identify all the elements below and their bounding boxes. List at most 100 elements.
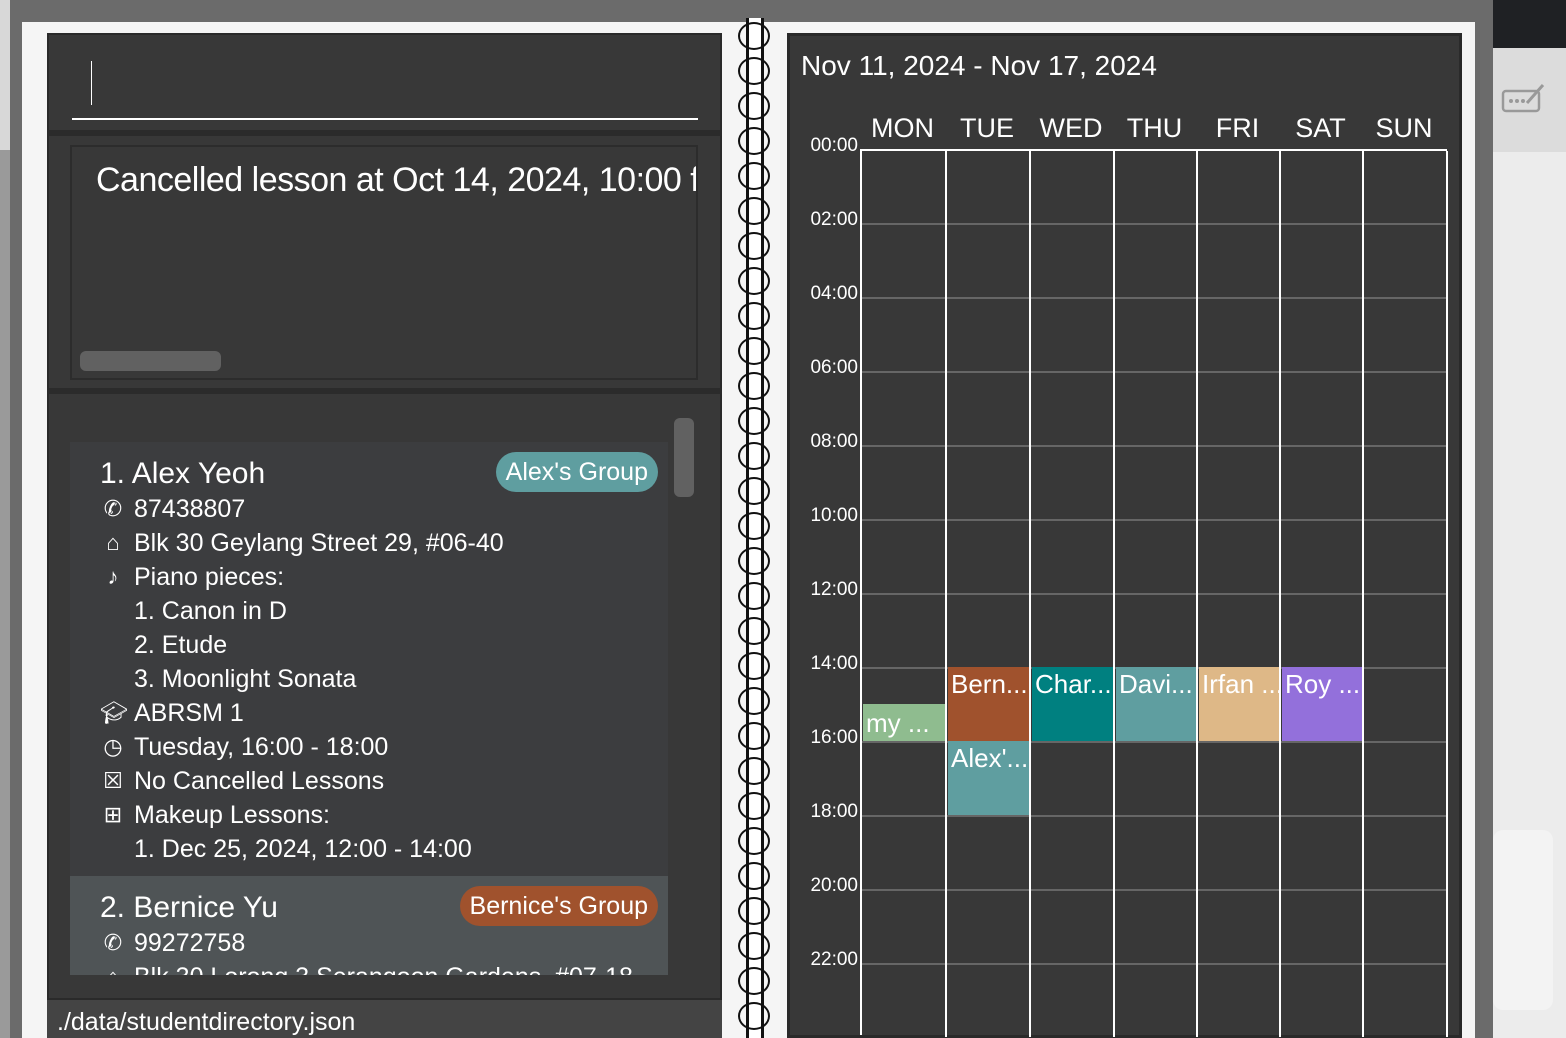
- divider: [47, 388, 722, 394]
- time-label: 14:00: [810, 653, 858, 674]
- time-label: 20:00: [810, 875, 858, 896]
- hour-line: [862, 445, 1447, 447]
- spiral-ring: [738, 477, 770, 505]
- spiral-ring: [738, 57, 770, 85]
- time-label: 08:00: [810, 431, 858, 452]
- hour-line: [862, 593, 1447, 595]
- command-input[interactable]: [72, 45, 698, 120]
- result-display[interactable]: Cancelled lesson at Oct 14, 2024, 10:00 …: [70, 145, 698, 380]
- makeup-label: Makeup Lessons:: [134, 801, 330, 829]
- calendar-event[interactable]: Bern...: [948, 667, 1030, 741]
- spiral-ring: [738, 372, 770, 400]
- spiral-ring: [738, 757, 770, 785]
- day-column-line: [945, 151, 947, 1037]
- hour-line: [862, 815, 1447, 817]
- day-column-line: [1113, 151, 1115, 1037]
- text-cursor: [91, 61, 92, 105]
- divider: [47, 130, 722, 136]
- calendar-event[interactable]: Irfan ...: [1199, 667, 1280, 741]
- cancelled-lessons: No Cancelled Lessons: [134, 767, 385, 795]
- spiral-ring: [738, 302, 770, 330]
- background-window: [1493, 0, 1566, 1038]
- hour-line: [862, 223, 1447, 225]
- piece-item: 3. Moonlight Sonata: [134, 665, 357, 693]
- piece-item: 2. Etude: [134, 631, 228, 659]
- spiral-ring: [738, 197, 770, 225]
- calendar-event[interactable]: Roy ...: [1282, 667, 1363, 741]
- hour-line: [862, 889, 1447, 891]
- phone-icon: ✆: [103, 496, 123, 521]
- time-label: 04:00: [810, 283, 858, 304]
- student-card[interactable]: 2. Bernice Yu Bernice's Group ✆ 99272758 …: [70, 876, 668, 975]
- calendar-event[interactable]: Char...: [1032, 667, 1114, 741]
- day-header: THU: [1126, 113, 1183, 143]
- home-icon: ⌂: [100, 960, 126, 975]
- spiral-ring: [738, 582, 770, 610]
- calendar-event[interactable]: my ...: [863, 704, 946, 741]
- day-header: WED: [1039, 113, 1103, 143]
- time-label: 10:00: [810, 505, 858, 526]
- day-column-line: [1362, 151, 1364, 1037]
- day-header: SUN: [1375, 113, 1433, 143]
- spiral-ring: [738, 932, 770, 960]
- vertical-scrollbar[interactable]: [674, 418, 694, 497]
- spiral-ring: [738, 967, 770, 995]
- day-column-line: [1446, 151, 1448, 1037]
- data-file-path: ./data/studentdirectory.json: [57, 1008, 356, 1036]
- student-card[interactable]: 1. Alex Yeoh Alex's Group ✆ 87438807 ⌂ Blk…: [70, 442, 668, 876]
- day-header: SAT: [1295, 113, 1346, 143]
- day-column-line: [1196, 151, 1198, 1037]
- phone: 87438807: [134, 495, 246, 523]
- spiral-ring: [738, 617, 770, 645]
- address: Blk 30 Lorong 3 Serangoon Gardens, #07-1…: [134, 960, 633, 975]
- background-window-edge: [0, 0, 10, 1038]
- phone-icon: ✆: [103, 930, 123, 955]
- spiral-ring: [738, 792, 770, 820]
- time-label: 00:00: [810, 135, 858, 156]
- grade: ABRSM 1: [134, 699, 244, 727]
- spiral-ring: [738, 162, 770, 190]
- spiral-ring: [738, 92, 770, 120]
- music-list-icon: ♪: [107, 564, 119, 589]
- spiral-ring: [738, 687, 770, 715]
- day-header: MON: [871, 113, 934, 143]
- horizontal-scrollbar[interactable]: [80, 351, 221, 371]
- spiral-ring: [738, 407, 770, 435]
- time-label: 06:00: [810, 357, 858, 378]
- spiral-ring: [738, 652, 770, 680]
- time-label: 02:00: [810, 209, 858, 230]
- calendar-event[interactable]: Davi...: [1116, 667, 1197, 741]
- time-label: 18:00: [810, 801, 858, 822]
- day-header: TUE: [960, 113, 1014, 143]
- group-tag: Bernice's Group: [459, 886, 658, 926]
- spiral-ring: [738, 897, 770, 925]
- calendar-grid: my ... Bern... Alex'... Char... Davi... Irfan…: [860, 149, 1448, 1037]
- spiral-ring: [738, 862, 770, 890]
- spiral-ring: [738, 722, 770, 750]
- clock-icon: ◷: [103, 734, 123, 759]
- makeup-item: 1. Dec 25, 2024, 12:00 - 14:00: [134, 835, 472, 863]
- hour-line: [862, 519, 1447, 521]
- time-label: 16:00: [810, 727, 858, 748]
- home-icon: ⌂: [106, 530, 120, 555]
- time-label: 22:00: [810, 949, 858, 970]
- piece-item: 1. Canon in D: [134, 597, 287, 625]
- group-tag: Alex's Group: [495, 452, 658, 492]
- spiral-ring: [738, 267, 770, 295]
- spiral-ring: [738, 337, 770, 365]
- spiral-ring: [738, 127, 770, 155]
- keyboard-edit-icon: [1501, 84, 1545, 113]
- hour-line: [862, 297, 1447, 299]
- spiral-ring: [738, 442, 770, 470]
- phone: 99272758: [134, 929, 246, 957]
- day-column-line: [1279, 151, 1281, 1037]
- calendar-plus-icon: ⊞: [103, 802, 123, 827]
- lesson-time: Tuesday, 16:00 - 18:00: [134, 733, 389, 761]
- result-text: Cancelled lesson at Oct 14, 2024, 10:00 …: [96, 161, 698, 199]
- student-list: 1. Alex Yeoh Alex's Group ✆ 87438807 ⌂ Blk…: [70, 442, 668, 975]
- spiral-ring: [738, 232, 770, 260]
- calendar-event[interactable]: Alex'...: [948, 741, 1030, 815]
- day-column-line: [1029, 151, 1031, 1037]
- calendar-x-icon: ☒: [103, 768, 123, 793]
- spiral-ring: [738, 512, 770, 540]
